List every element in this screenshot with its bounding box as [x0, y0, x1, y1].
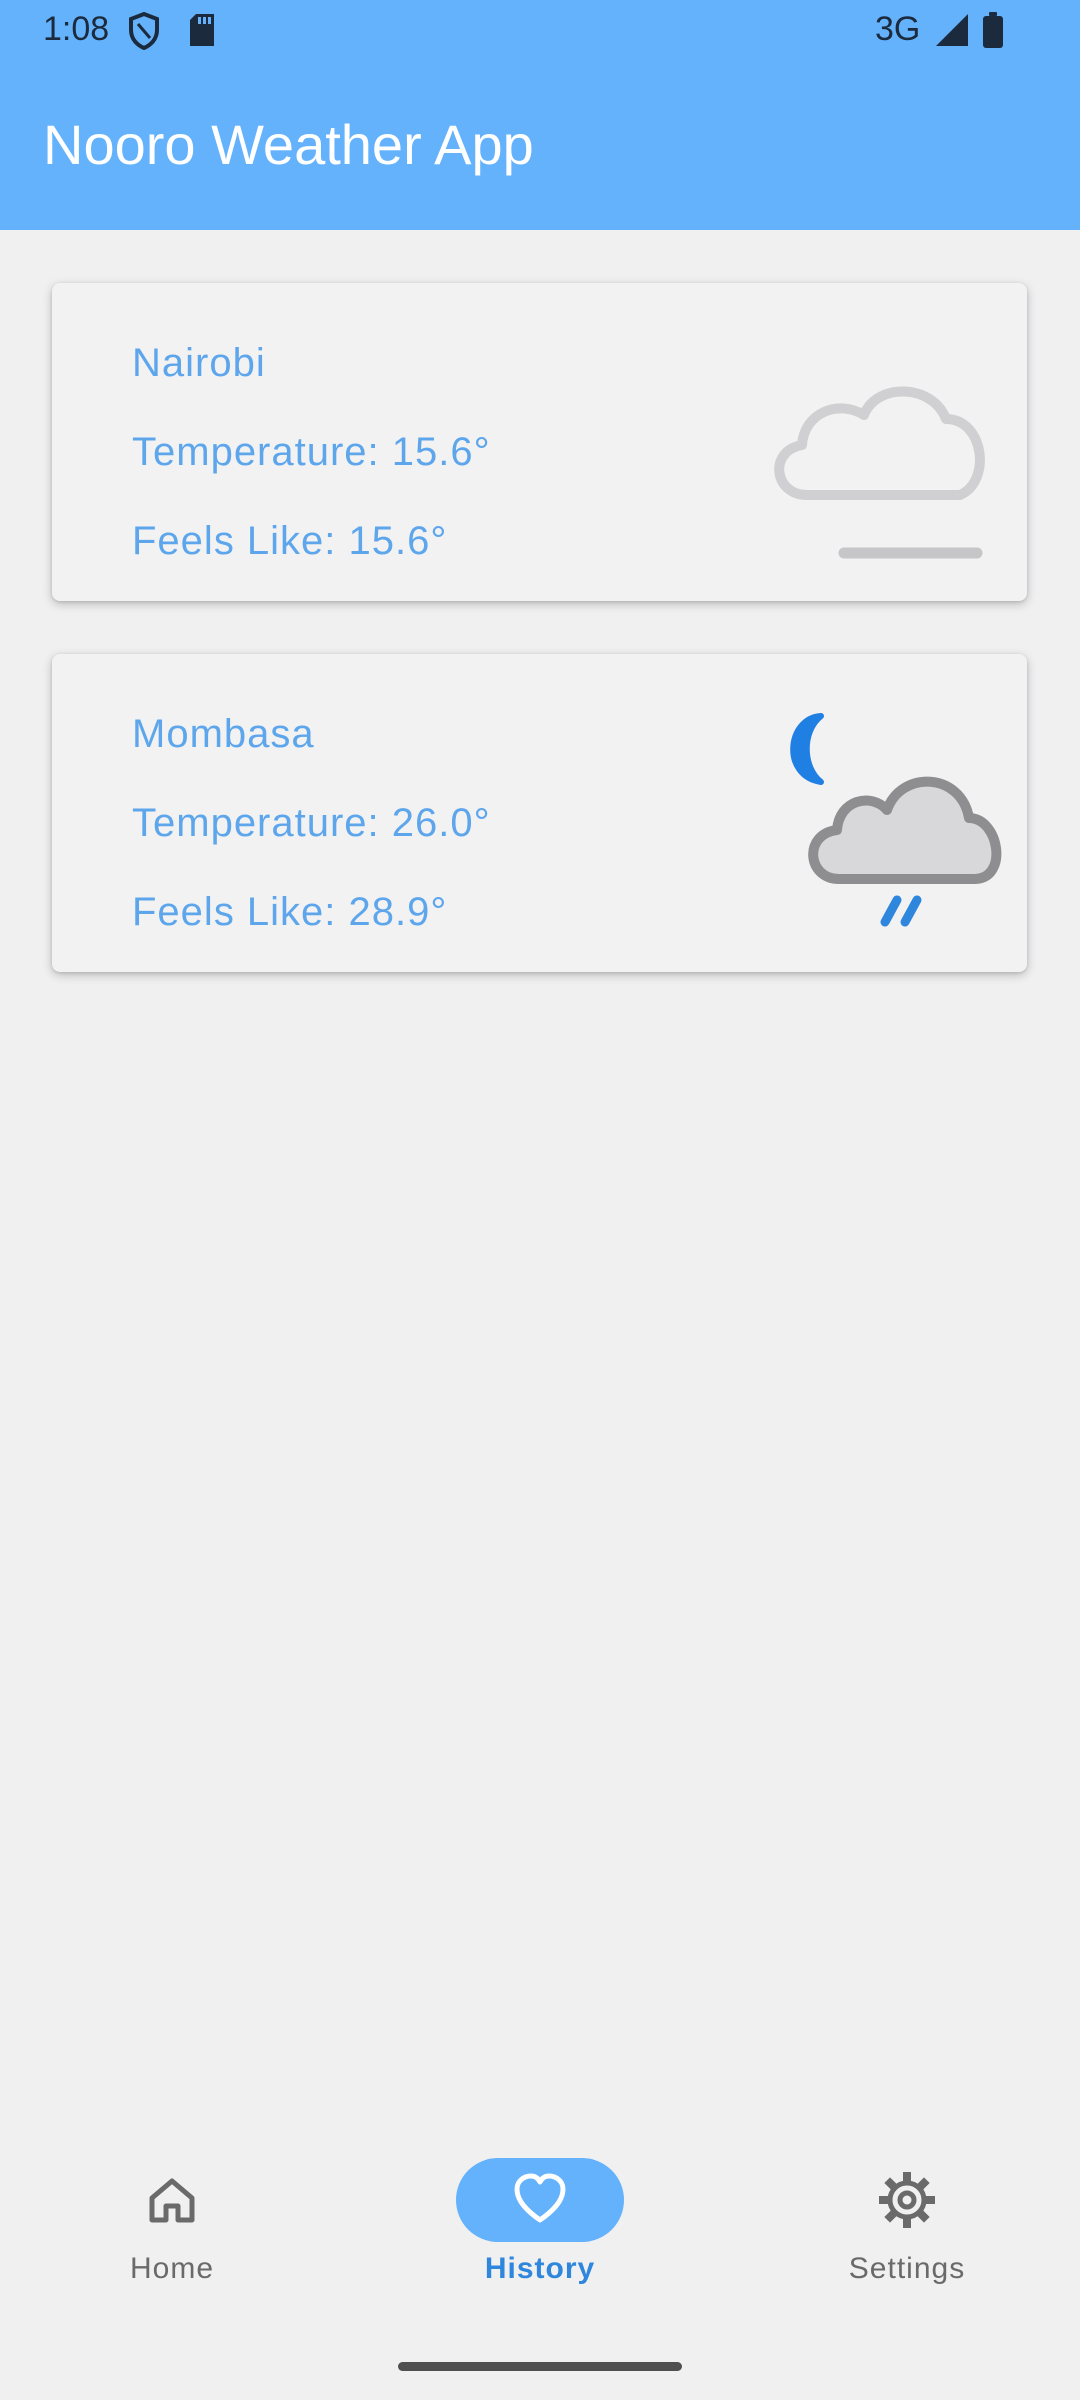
city-name: Mombasa — [132, 712, 315, 756]
status-bar: 1:08 3G — [0, 0, 1080, 62]
status-time: 1:08 — [43, 10, 110, 48]
gear-icon — [879, 2172, 935, 2228]
app-title: Nooro Weather App — [43, 113, 534, 176]
nav-label: Home — [129, 2252, 215, 2285]
temperature-text: Temperature: 26.0° — [132, 801, 491, 845]
app-bar: Nooro Weather App — [0, 62, 1080, 230]
nav-label: Settings — [848, 2252, 966, 2285]
battery-icon — [983, 12, 1003, 48]
nav-home[interactable]: Home — [52, 2140, 292, 2310]
home-gesture-bar[interactable] — [398, 2362, 682, 2371]
fog-cloud-icon — [774, 386, 985, 559]
nav-history[interactable]: History — [420, 2140, 660, 2310]
home-icon — [149, 2178, 195, 2223]
signal-icon — [936, 14, 968, 46]
nav-settings[interactable]: Settings — [787, 2140, 1027, 2310]
temperature-text: Temperature: 15.6° — [132, 430, 491, 474]
feels-like-text: Feels Like: 15.6° — [132, 519, 448, 563]
weather-card-nairobi[interactable]: Nairobi Temperature: 15.6° Feels Like: 1… — [52, 283, 1027, 601]
shield-icon — [129, 12, 159, 50]
nav-label: History — [484, 2252, 596, 2285]
bottom-navigation: Home History Settings — [0, 2140, 1080, 2340]
network-type: 3G — [875, 10, 921, 48]
sd-card-icon — [190, 14, 214, 46]
city-name: Nairobi — [132, 341, 266, 385]
feels-like-text: Feels Like: 28.9° — [132, 890, 448, 934]
heart-icon — [514, 2173, 566, 2223]
weather-card-mombasa[interactable]: Mombasa Temperature: 26.0° Feels Like: 2… — [52, 654, 1027, 972]
night-rain-cloud-icon — [790, 713, 1002, 927]
